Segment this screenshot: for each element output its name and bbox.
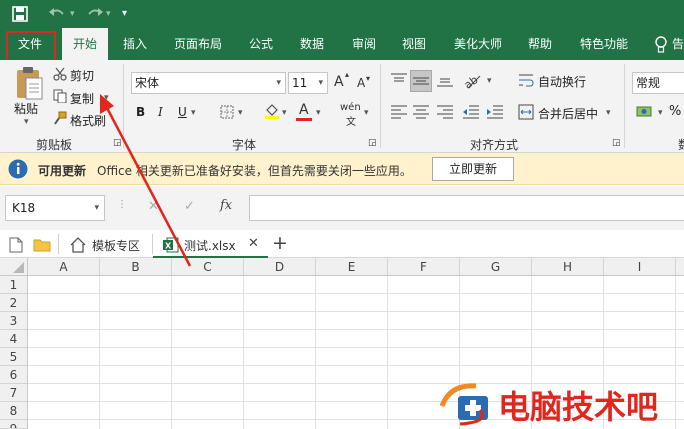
watermark: 电脑技术吧 [440,378,684,428]
watermark-logo-icon [440,383,488,426]
annotation-arrow [100,94,192,267]
watermark-text: 电脑技术吧 [498,388,659,426]
